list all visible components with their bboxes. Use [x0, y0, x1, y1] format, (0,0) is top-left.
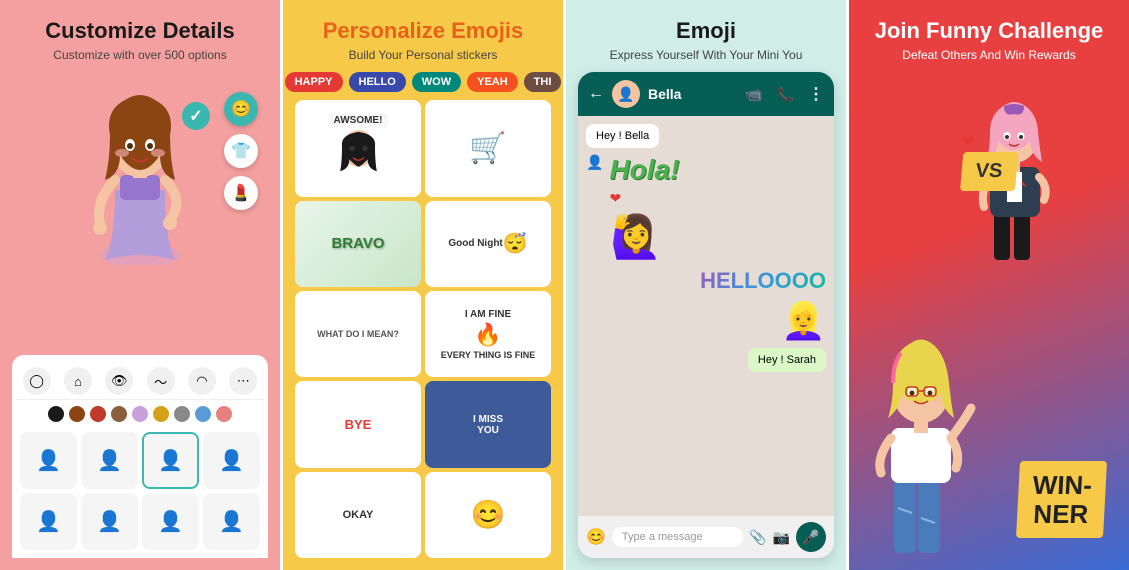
sticker-goodnight[interactable]: Good Night 😴 [425, 201, 551, 287]
panel-emoji-chat: Emoji Express Yourself With Your Mini Yo… [566, 0, 849, 570]
tag-thi[interactable]: THI [524, 72, 562, 92]
helloooo-sticker: HELLOOOO [700, 268, 826, 294]
chat-avatar: 👤 [612, 80, 640, 108]
panel-customize: Customize Details Customize with over 50… [0, 0, 280, 570]
message-hey-bella: Hey ! Bella [596, 130, 649, 142]
sticker-grid: AWSOME! 🛒 BRAVO Good Night 😴 [295, 100, 551, 558]
hair-option[interactable]: 👤 [142, 493, 199, 550]
panel4-subtitle: Defeat Others And Win Rewards [902, 48, 1075, 62]
tool-icon-more[interactable]: ⋯ [229, 367, 257, 395]
panel3-subtitle: Express Yourself With Your Mini You [610, 48, 803, 62]
panel-personalize: Personalize Emojis Build Your Personal s… [280, 0, 566, 570]
color-dot[interactable] [90, 406, 106, 422]
color-dot[interactable] [132, 406, 148, 422]
panel3-title: Emoji [676, 18, 736, 44]
tag-hello[interactable]: HELLO [349, 72, 406, 92]
hair-option[interactable]: 👤 [81, 432, 138, 489]
tool-icon-eyebrow[interactable]: 〜 [147, 367, 175, 395]
chat-bubble-sent: Hey ! Sarah [748, 348, 826, 372]
camera-icon[interactable]: 📷 [773, 529, 790, 546]
bottom-tools: ◯ ⌂ 👁 〜 ◠ ⋯ 👤 👤 👤 👤 👤 👤 👤 👤 [12, 355, 268, 558]
heart-icon: ❤ [609, 190, 679, 207]
tool-icon-eye[interactable]: 👁 [105, 367, 133, 395]
chat-body: Hey ! Bella 👤 Hola! ❤ 🙋‍♀️ HELLOOOO 👱‍♀ [578, 116, 834, 516]
color-dot[interactable] [111, 406, 127, 422]
avatar-main-girl [866, 308, 976, 558]
sticker-iamfine[interactable]: I AM FINE 🔥 EVERY THING IS FINE [425, 291, 551, 377]
sticker-shopping[interactable]: 🛒 [425, 100, 551, 196]
panel2-subtitle: Build Your Personal stickers [349, 48, 498, 62]
video-icon[interactable]: 📹 [745, 86, 762, 103]
tool-icon-home[interactable]: ⌂ [64, 367, 92, 395]
input-placeholder: Type a message [622, 531, 703, 543]
tag-row: HAPPY HELLO WOW YEAH THI [295, 72, 551, 92]
accessory-icon-btn[interactable]: 💄 [224, 176, 258, 210]
shirt-icon-btn[interactable]: 👕 [224, 134, 258, 168]
panel2-title: Personalize Emojis [323, 18, 524, 44]
color-dot[interactable] [69, 406, 85, 422]
call-icon[interactable]: 📞 [777, 86, 794, 103]
message-hey-sarah: Hey ! Sarah [758, 354, 816, 366]
tag-wow[interactable]: WOW [412, 72, 461, 92]
sticker-whatdoimean[interactable]: WHAT DO I MEAN? [295, 291, 421, 377]
hair-option[interactable]: 👤 [20, 493, 77, 550]
color-dot[interactable] [216, 406, 232, 422]
sticker-bye[interactable]: BYE [295, 381, 421, 467]
sticker-face[interactable]: 😊 [425, 472, 551, 558]
attachment-icon[interactable]: 📎 [749, 529, 766, 546]
chat-input-bar: 😊 Type a message 📎 📷 🎤 [578, 516, 834, 558]
helloooo-area: HELLOOOO [586, 268, 826, 294]
sticker-missyou[interactable]: I MISSYOU [425, 381, 551, 467]
hair-option-selected[interactable]: 👤 [142, 432, 199, 489]
color-row [16, 400, 264, 428]
challenge-content: ❤ ❤ VS [861, 72, 1117, 558]
waving-avatar-sticker: 🙋‍♀️ [610, 213, 662, 262]
hair-option[interactable]: 👤 [203, 493, 260, 550]
chat-input-field[interactable]: Type a message [612, 527, 743, 547]
hair-option[interactable]: 👤 [81, 493, 138, 550]
sticker-awsome[interactable]: AWSOME! [295, 100, 421, 196]
avatar-area: ✓ 😊 👕 💄 [12, 72, 268, 272]
chat-bubble-received: Hey ! Bella [586, 124, 659, 148]
hair-options: 👤 👤 👤 👤 👤 👤 👤 👤 [16, 428, 264, 554]
mic-icon: 🎤 [802, 529, 819, 546]
avatar-left-area [866, 308, 976, 558]
chat-header: ← 👤 Bella 📹 📞 ⋮ [578, 72, 834, 116]
panel4-title: Join Funny Challenge [875, 18, 1104, 44]
check-overlay: ✓ [182, 102, 210, 130]
sticker-bravo[interactable]: BRAVO [295, 201, 421, 287]
menu-icon[interactable]: ⋮ [808, 84, 824, 104]
color-dot[interactable] [195, 406, 211, 422]
sticker-hola-area: 👤 Hola! ❤ [586, 154, 826, 207]
hair-option[interactable]: 👤 [20, 432, 77, 489]
back-arrow-icon[interactable]: ← [588, 85, 604, 103]
panel-challenge: Join Funny Challenge Defeat Others And W… [849, 0, 1129, 570]
blonde-avatar-area: 👱‍♀️ [586, 300, 826, 342]
tag-yeah[interactable]: YEAH [467, 72, 518, 92]
panel1-subtitle: Customize with over 500 options [53, 48, 226, 62]
chat-name: Bella [648, 86, 737, 102]
color-dot[interactable] [153, 406, 169, 422]
customize-icons: ✓ 😊 👕 💄 [224, 92, 258, 210]
tool-icon-lip[interactable]: ◠ [188, 367, 216, 395]
winner-badge: WIN-NER [1016, 461, 1107, 538]
hola-sticker: Hola! [609, 154, 679, 186]
chat-phone-frame: ← 👤 Bella 📹 📞 ⋮ Hey ! Bella 👤 Hola! ❤ [578, 72, 834, 558]
emoji-icon[interactable]: 😊 [586, 527, 606, 547]
tool-icons-row: ◯ ⌂ 👁 〜 ◠ ⋯ [16, 363, 264, 400]
tool-icon-face[interactable]: ◯ [23, 367, 51, 395]
sticker-okay[interactable]: OKAY [295, 472, 421, 558]
avatar-sticker-area: 🙋‍♀️ [610, 213, 826, 262]
panel1-title: Customize Details [45, 18, 235, 44]
color-dot[interactable] [174, 406, 190, 422]
blonde-avatar-sticker: 👱‍♀️ [781, 300, 826, 342]
face-icon-btn[interactable]: 😊 [224, 92, 258, 126]
mic-button[interactable]: 🎤 [796, 522, 826, 552]
hair-option[interactable]: 👤 [203, 432, 260, 489]
vs-badge: VS [960, 152, 1018, 191]
color-dot[interactable] [48, 406, 64, 422]
tag-happy[interactable]: HAPPY [285, 72, 343, 92]
sticker-avatar [331, 130, 386, 185]
sticker-group: Hola! ❤ [609, 154, 679, 207]
